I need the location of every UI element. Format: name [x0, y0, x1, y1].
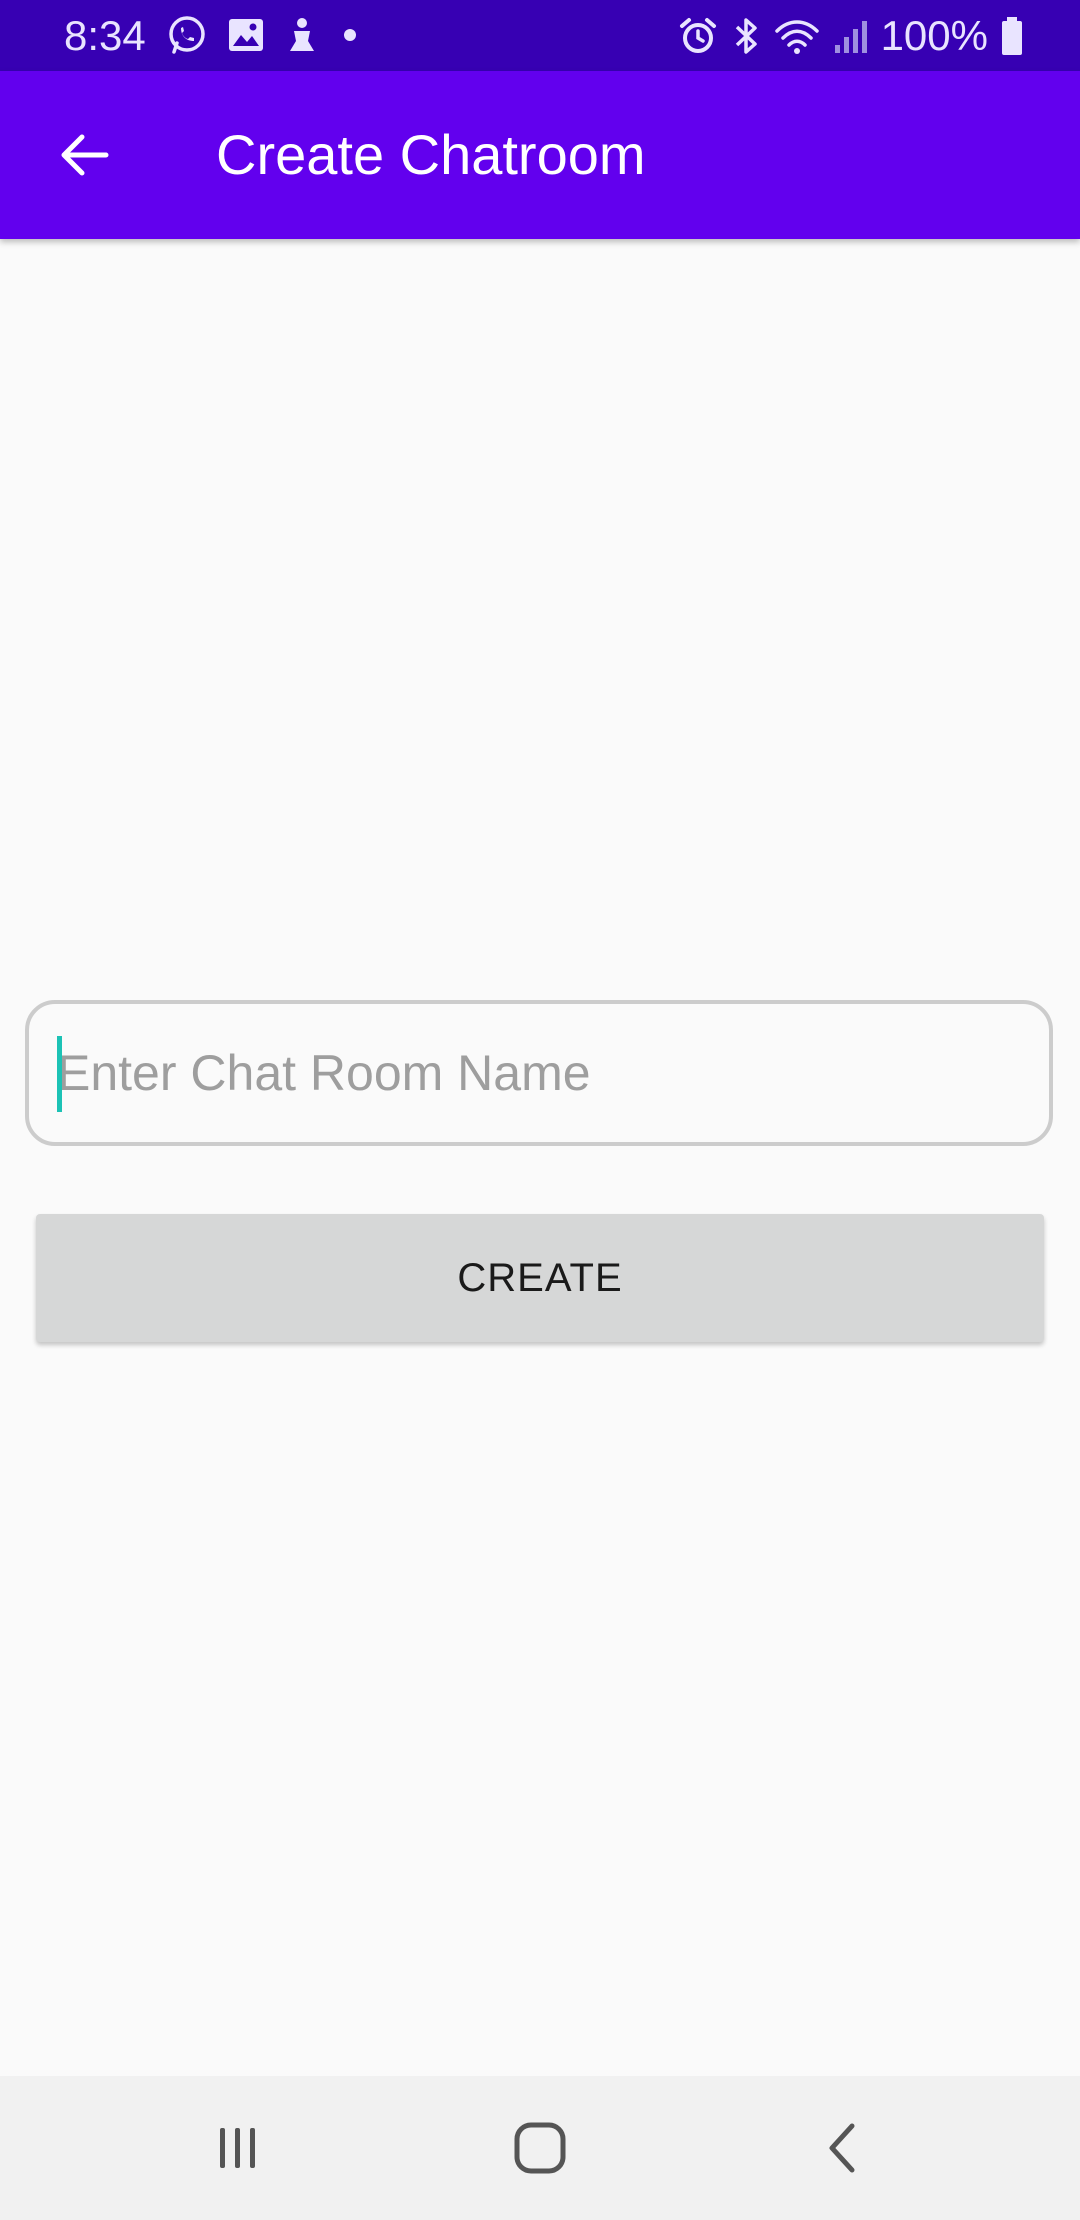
- battery-percentage: 100%: [880, 12, 988, 59]
- status-system-icons: 100%: [677, 0, 1024, 71]
- create-button[interactable]: CREATE: [36, 1214, 1044, 1342]
- back-arrow-icon: [56, 127, 112, 183]
- page-title: Create Chatroom: [216, 123, 646, 186]
- back-button[interactable]: [36, 119, 132, 191]
- signal-icon: [833, 15, 869, 57]
- status-bar: 8:34 100%: [0, 0, 1080, 71]
- notification-app-icon: [284, 15, 320, 55]
- recent-apps-icon: [213, 2123, 263, 2173]
- bluetooth-icon: [731, 15, 761, 57]
- chat-room-name-input[interactable]: [29, 1004, 1049, 1142]
- back-icon: [822, 2120, 862, 2176]
- battery-icon: [1000, 15, 1024, 57]
- status-time: 8:34: [64, 12, 146, 59]
- alarm-icon: [677, 15, 719, 57]
- whatsapp-icon: [166, 14, 208, 56]
- wifi-icon: [773, 15, 821, 57]
- navigation-bar: [0, 2076, 1080, 2220]
- system-back-button[interactable]: [762, 2076, 922, 2220]
- chat-room-name-field: [25, 1000, 1053, 1146]
- dot-icon: [338, 23, 362, 47]
- status-notification-icons: [166, 13, 362, 57]
- gallery-icon: [226, 15, 266, 55]
- text-cursor: [57, 1036, 62, 1112]
- home-icon: [512, 2120, 568, 2176]
- recent-apps-button[interactable]: [158, 2076, 318, 2220]
- app-bar: Create Chatroom: [0, 71, 1080, 239]
- home-button[interactable]: [460, 2076, 620, 2220]
